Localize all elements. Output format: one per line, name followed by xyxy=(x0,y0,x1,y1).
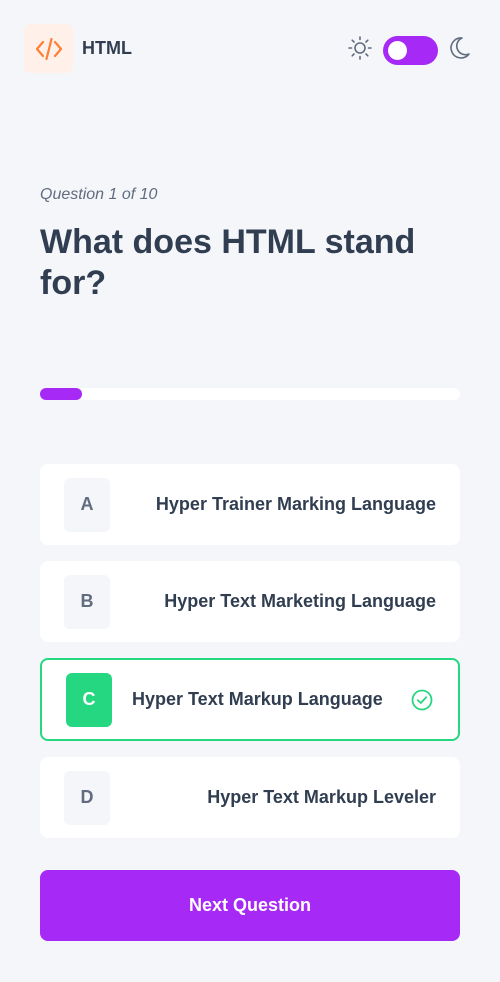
subject-header: HTML xyxy=(24,24,132,73)
answer-option-b[interactable]: B Hyper Text Marketing Language xyxy=(40,561,460,642)
option-text: Hyper Trainer Marking Language xyxy=(155,494,436,514)
progress-fill xyxy=(40,388,82,400)
header: HTML xyxy=(0,0,500,96)
option-text: Hyper Text Markup Language xyxy=(132,689,383,709)
code-icon xyxy=(24,24,73,73)
next-question-button[interactable]: Next Question xyxy=(40,870,460,941)
theme-toggle[interactable] xyxy=(383,36,438,65)
question-text: What does HTML stand for? xyxy=(40,223,416,303)
option-text: Hyper Text Marketing Language xyxy=(164,591,436,611)
option-letter: B xyxy=(64,574,110,629)
option-text: Hyper Text Markup Leveler xyxy=(207,787,436,807)
moon-icon xyxy=(448,35,472,66)
progress-bar xyxy=(40,388,460,400)
subject-title: HTML xyxy=(82,38,132,58)
option-letter: C xyxy=(66,672,112,727)
theme-switcher xyxy=(347,35,472,66)
answer-option-a[interactable]: A Hyper Trainer Marking Language xyxy=(40,464,460,545)
option-letter: D xyxy=(64,770,110,825)
answer-option-c[interactable]: C Hyper Text Markup Language xyxy=(40,658,460,741)
option-letter: A xyxy=(64,477,110,532)
sun-icon xyxy=(347,35,373,66)
question-counter: Question 1 of 10 xyxy=(40,186,158,203)
check-circle-icon xyxy=(410,688,434,712)
toggle-knob xyxy=(388,41,407,60)
answer-option-d[interactable]: D Hyper Text Markup Leveler xyxy=(40,757,460,838)
